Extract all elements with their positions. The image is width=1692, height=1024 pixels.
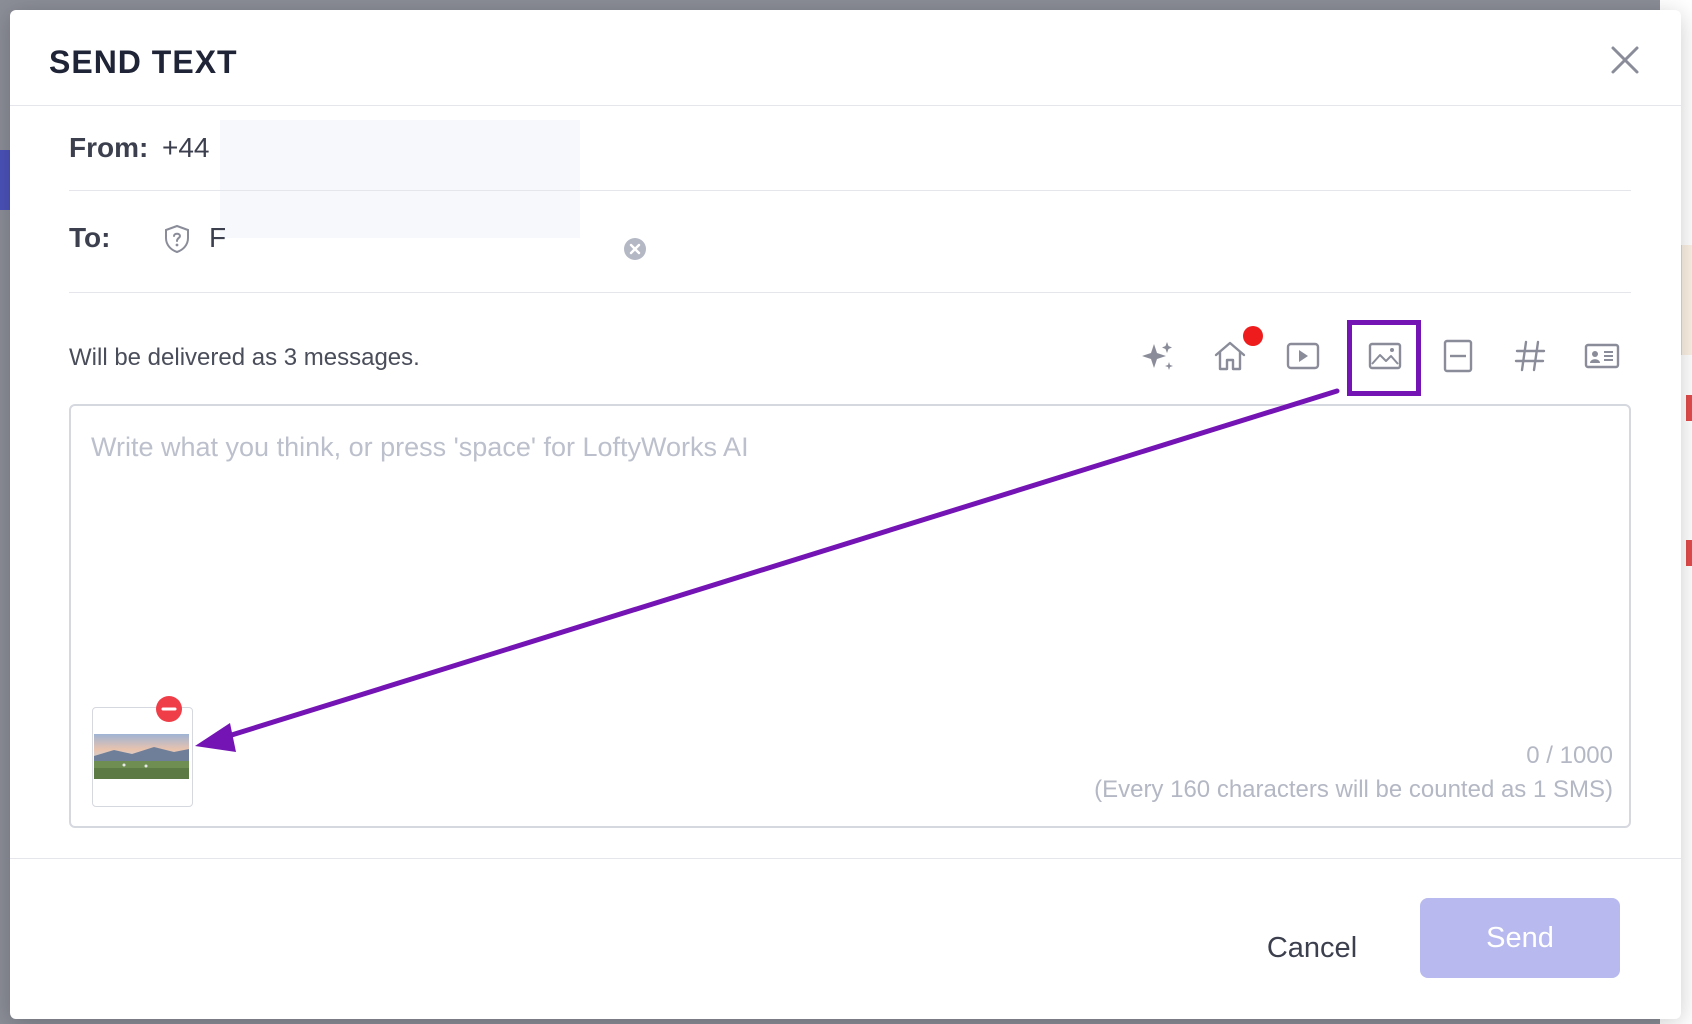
- attachment-thumbnail: [94, 734, 189, 779]
- background-marker: [1686, 395, 1692, 421]
- shield-question-icon: [162, 224, 192, 254]
- background-notice: [1680, 245, 1692, 355]
- notification-dot: [1243, 326, 1263, 346]
- message-editor[interactable]: Write what you think, or press 'space' f…: [69, 404, 1631, 828]
- hashtag-icon[interactable]: [1510, 336, 1550, 376]
- editor-placeholder: Write what you think, or press 'space' f…: [91, 432, 749, 462]
- divider: [69, 190, 1631, 191]
- remove-recipient-icon[interactable]: [623, 237, 647, 261]
- image-icon-highlight: [1347, 320, 1421, 396]
- sms-count-note: (Every 160 characters will be counted as…: [1094, 776, 1613, 803]
- character-counter: 0 / 1000: [1526, 742, 1613, 769]
- template-icon[interactable]: [1438, 336, 1478, 376]
- remove-attachment-icon[interactable]: [155, 695, 183, 723]
- close-icon[interactable]: [1605, 40, 1645, 80]
- send-button[interactable]: Send: [1420, 898, 1620, 978]
- dialog-header: SEND TEXT: [10, 10, 1681, 106]
- background-sidebar-tab: [0, 150, 10, 210]
- to-label: To:: [69, 222, 111, 253]
- from-label: From:: [69, 132, 149, 163]
- ai-sparkle-icon[interactable]: [1138, 336, 1178, 376]
- recipient-name: F: [209, 222, 227, 253]
- contact-card-icon[interactable]: [1582, 336, 1622, 376]
- video-icon[interactable]: [1283, 336, 1323, 376]
- from-number: +44: [162, 132, 210, 163]
- divider: [69, 292, 1631, 293]
- background-marker: [1686, 540, 1692, 566]
- dialog-title: SEND TEXT: [49, 44, 238, 80]
- cancel-button[interactable]: Cancel: [1242, 910, 1382, 986]
- redacted-area: [220, 120, 580, 238]
- footer-divider: [10, 858, 1681, 859]
- delivery-note: Will be delivered as 3 messages.: [69, 344, 420, 371]
- send-text-dialog: SEND TEXT From: +44 To: F Will be delive…: [10, 10, 1681, 1019]
